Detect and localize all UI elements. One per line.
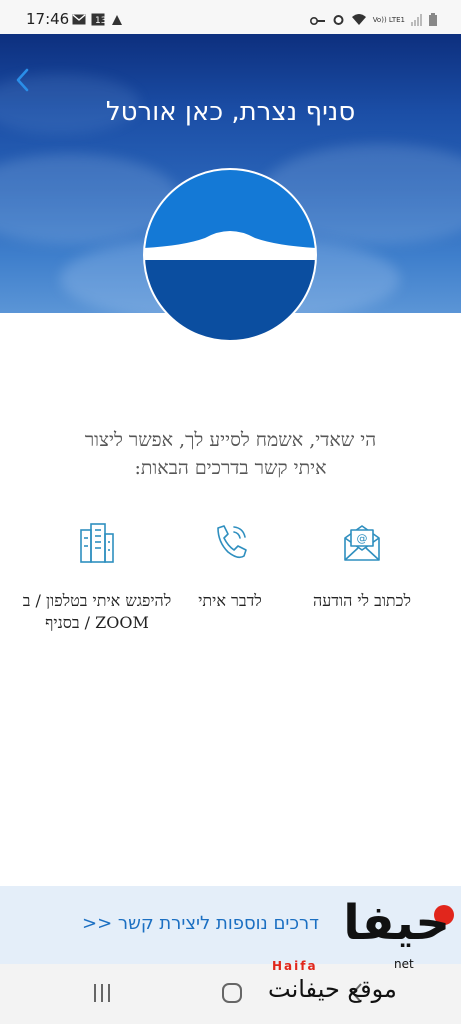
option-label: לדבר איתי xyxy=(198,591,262,610)
greeting-line-2: איתי קשר בדרכים הבאות: xyxy=(134,457,327,479)
greeting-line-1: הי שאדי, אשמח לסייע לך, אפשר ליצור xyxy=(84,429,377,451)
watermark-logo: حيفا Haifa net موقع حيفانت xyxy=(268,895,458,1013)
page-title: סניף נצרת, כאן אורטל xyxy=(105,97,356,127)
battery-icon xyxy=(429,11,437,30)
status-bar: 17:46 13 Vo)) LTE1 xyxy=(0,0,461,34)
status-time: 17:46 xyxy=(26,10,70,28)
svg-text:13: 13 xyxy=(95,16,105,26)
option-label: להיפגש איתי בטלפון / ב ZOOM / בסניף xyxy=(22,591,172,632)
back-button[interactable] xyxy=(10,64,36,96)
mail-icon xyxy=(72,11,86,25)
greeting-text: הי שאדי, אשמח לסייע לך, אפשר ליצור איתי … xyxy=(20,426,441,482)
chevron-left-icon xyxy=(16,68,29,92)
option-write-message[interactable]: @ לכתוב לי הודעה xyxy=(287,520,437,612)
option-label: לכתוב לי הודעה xyxy=(313,591,411,610)
bank-logo xyxy=(143,168,317,342)
svg-text:@: @ xyxy=(357,532,368,545)
phone-icon xyxy=(217,525,247,559)
alarm-icon xyxy=(332,11,345,30)
watermark-net: net xyxy=(394,957,414,971)
envelope-icon: @ xyxy=(344,525,380,561)
watermark-latin: Haifa xyxy=(272,959,318,973)
option-meet-me[interactable]: להיפגש איתי בטלפון / ב ZOOM / בסניף xyxy=(22,520,172,634)
recents-icon[interactable] xyxy=(92,982,112,1004)
option-call-me[interactable]: לדבר איתי xyxy=(155,520,305,612)
wifi-icon xyxy=(351,11,367,30)
key-icon xyxy=(309,11,326,30)
volte-icon: Vo)) LTE1 xyxy=(372,16,405,24)
app-badge-icon: 13 xyxy=(91,11,106,26)
home-icon[interactable] xyxy=(221,982,243,1004)
cloud-icon xyxy=(110,11,124,25)
watermark-top-text: حيفا xyxy=(343,895,450,951)
building-icon xyxy=(80,523,114,563)
watermark-bottom-text: موقع حيفانت xyxy=(268,975,397,1003)
signal-icon xyxy=(411,11,423,30)
